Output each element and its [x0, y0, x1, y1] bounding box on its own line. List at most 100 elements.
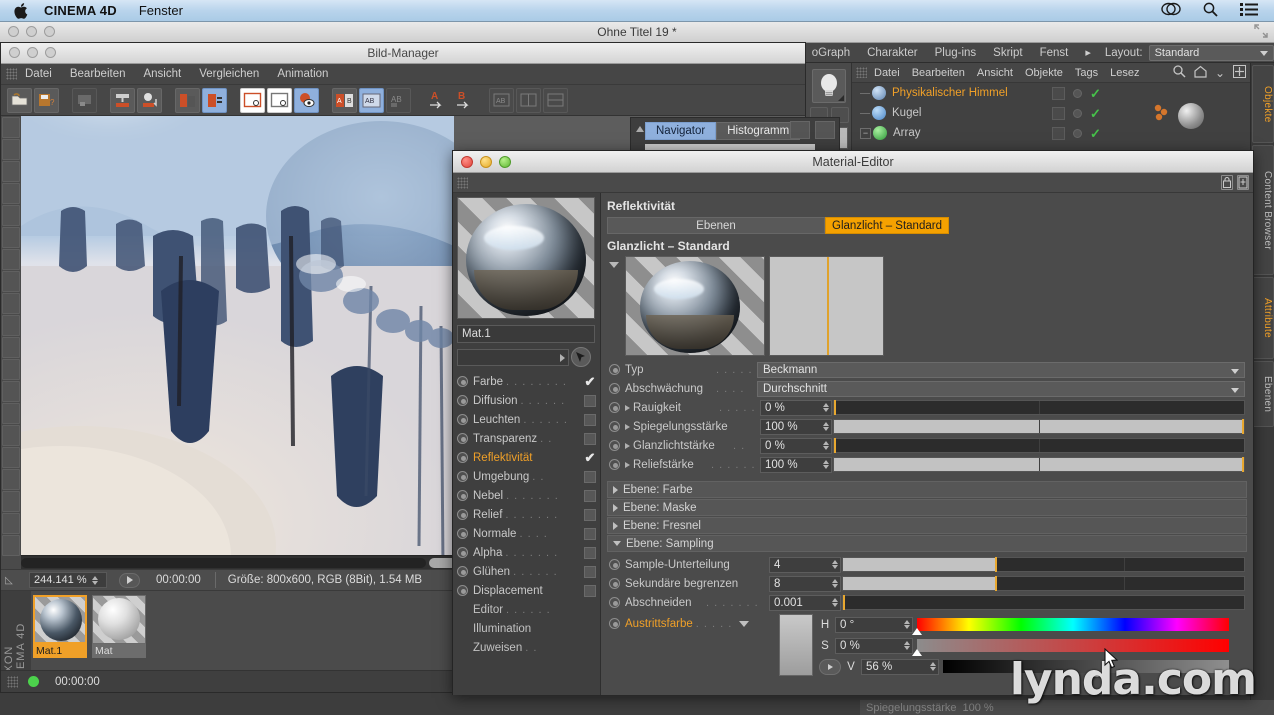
param-number-sekundaere-begrenzen[interactable]: 8 — [769, 575, 841, 592]
search-icon[interactable] — [1173, 64, 1186, 81]
menu-charakter[interactable]: Charakter — [867, 47, 918, 59]
navigator-target-icon[interactable] — [790, 121, 810, 139]
menu-skript[interactable]: Skript — [993, 47, 1022, 59]
filter-icon-1[interactable]: AB — [489, 87, 514, 113]
param-radio-icon[interactable] — [609, 364, 620, 375]
viewport-tool-9[interactable] — [2, 315, 20, 336]
viewport-tool-14[interactable] — [2, 425, 20, 446]
viewport-tool-10[interactable] — [2, 337, 20, 358]
filter-icon-2[interactable] — [516, 87, 541, 113]
collapse-triangle-icon[interactable] — [609, 262, 619, 268]
channel-radio-icon[interactable] — [457, 566, 468, 577]
color-value-h[interactable]: 0 ° — [835, 616, 913, 633]
group-ebene-sampling[interactable]: Ebene: Sampling — [607, 535, 1247, 552]
channel-radio-icon[interactable] — [457, 528, 468, 539]
zoom-corner-icon[interactable]: ◺ — [3, 575, 15, 586]
viewport-tool-6[interactable] — [2, 249, 20, 270]
viewport-tool-0[interactable] — [2, 117, 20, 138]
enabled-check-icon[interactable]: ✓ — [1090, 107, 1101, 120]
zoom-button[interactable] — [44, 26, 55, 37]
channel-checkbox[interactable] — [584, 565, 596, 578]
color-value-s[interactable]: 0 % — [835, 637, 913, 654]
material-name-field[interactable]: Mat.1 — [457, 325, 595, 343]
visibility-toggle[interactable] — [1052, 126, 1065, 140]
channel-reflektivitaet[interactable]: Reflektivität ✔ — [457, 448, 596, 467]
preview-eye-icon[interactable] — [294, 87, 319, 113]
channel-normale[interactable]: Normale . . . . — [457, 524, 596, 543]
group-ebene-fresnel[interactable]: Ebene: Fresnel — [607, 517, 1247, 534]
om-menu-bearbeiten[interactable]: Bearbeiten — [912, 67, 965, 79]
viewport-tool-11[interactable] — [2, 359, 20, 380]
channel-radio-icon[interactable] — [457, 471, 468, 482]
creative-cloud-icon[interactable] — [1161, 2, 1181, 19]
editor-dot-icon[interactable] — [1073, 88, 1082, 98]
param-radio-icon[interactable] — [609, 383, 620, 394]
drag-grip-icon[interactable] — [457, 176, 468, 189]
editor-dot-icon[interactable] — [1073, 108, 1082, 118]
tab-histogramm[interactable]: Histogramm — [716, 122, 801, 140]
param-number-sample-unterteilung[interactable]: 4 — [769, 556, 841, 573]
menu-mograph[interactable]: oGraph — [812, 47, 850, 59]
om-menu-datei[interactable]: Datei — [874, 67, 900, 79]
drag-grip-icon[interactable] — [6, 68, 17, 80]
search-icon[interactable] — [1203, 2, 1218, 20]
notification-list-icon[interactable] — [1240, 2, 1258, 19]
grid-icon[interactable] — [1233, 64, 1246, 81]
viewport-tool-5[interactable] — [2, 227, 20, 248]
param-combo-abschwaechung[interactable]: Durchschnitt — [757, 380, 1245, 397]
param-radio-icon[interactable] — [609, 440, 620, 451]
minimize-button[interactable] — [26, 26, 37, 37]
param-row-reliefstaerke[interactable]: Reliefstärke . . . . . . 100 % — [601, 455, 1253, 474]
param-radio-icon[interactable] — [609, 618, 620, 629]
apple-logo-icon[interactable] — [14, 2, 30, 20]
bm-menu-datei[interactable]: Datei — [25, 68, 52, 80]
collapse-icon[interactable]: ⌄ — [1215, 66, 1225, 80]
menu-overflow-icon[interactable]: ▸ — [1085, 46, 1091, 59]
stepper[interactable] — [832, 578, 838, 588]
drag-grip-icon[interactable] — [856, 67, 867, 78]
material-editor-traffic-lights[interactable] — [461, 156, 511, 168]
channel-checkbox[interactable] — [584, 413, 596, 426]
param-slider-spiegelungsstaerke[interactable] — [833, 419, 1245, 434]
param-slider-sekundaere-begrenzen[interactable] — [842, 576, 1245, 591]
vtab-attribute[interactable]: Attribute — [1252, 277, 1274, 359]
param-radio-icon[interactable] — [609, 421, 620, 432]
stepper[interactable] — [904, 619, 910, 629]
stepper[interactable] — [832, 559, 838, 569]
channel-checkbox[interactable] — [584, 394, 596, 407]
menu-fenster[interactable]: Fenst — [1040, 47, 1069, 59]
compare-ab-icon[interactable]: AB — [332, 87, 357, 113]
param-number-reliefstaerke[interactable]: 100 % — [760, 456, 832, 473]
compare-split-icon[interactable]: AB — [359, 87, 384, 113]
param-row-sample-unterteilung[interactable]: Sample-Unterteilung 4 — [601, 555, 1253, 574]
expand-arrow-icon[interactable] — [625, 442, 630, 449]
viewport-tool-2[interactable] — [2, 161, 20, 182]
viewport-tool-15[interactable] — [2, 447, 20, 468]
viewport-tool-3[interactable] — [2, 183, 20, 204]
vtab-content-browser[interactable]: Content Browser — [1252, 145, 1274, 275]
stepper[interactable] — [904, 640, 910, 650]
resize-icon[interactable] — [1254, 24, 1270, 40]
tab-ebenen[interactable]: Ebenen — [607, 217, 825, 234]
param-number-abschneiden[interactable]: 0.001 — [769, 594, 841, 611]
channel-gluehen[interactable]: Glühen . . . . . . — [457, 562, 596, 581]
param-radio-icon[interactable] — [609, 597, 620, 608]
vtab-objekte[interactable]: Objekte — [1252, 65, 1274, 143]
viewport-tool-17[interactable] — [2, 491, 20, 512]
stepper[interactable] — [832, 597, 838, 607]
viewport-tool-19[interactable] — [2, 535, 20, 556]
param-slider-sample-unterteilung[interactable] — [842, 557, 1245, 572]
color-row-h[interactable]: H 0 ° — [819, 614, 1253, 635]
channel-checkbox[interactable] — [584, 527, 596, 540]
minimize-button[interactable] — [480, 156, 492, 168]
viewport-tool-8[interactable] — [2, 293, 20, 314]
stepper[interactable] — [823, 421, 829, 431]
param-slider-rauigkeit[interactable] — [833, 400, 1245, 415]
channel-illumination[interactable]: Illumination — [457, 619, 596, 638]
param-number-glanzlichtstaerke[interactable]: 0 % — [760, 437, 832, 454]
open-file-icon[interactable] — [7, 87, 32, 113]
channel-checkbox[interactable] — [584, 470, 596, 483]
viewport-tool-12[interactable] — [2, 381, 20, 402]
filter-icon-3[interactable] — [543, 87, 568, 113]
editor-dot-icon[interactable] — [1073, 128, 1082, 138]
